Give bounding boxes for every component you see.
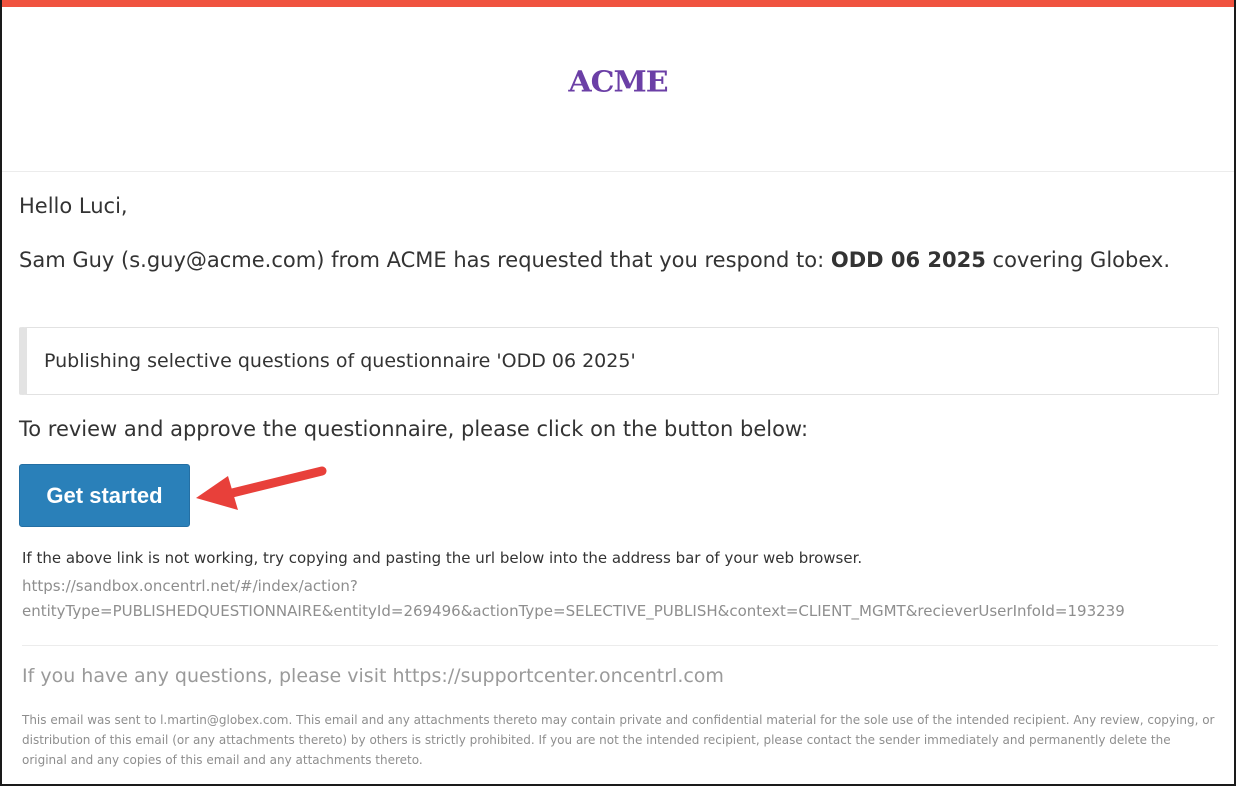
red-arrow-icon bbox=[196, 466, 327, 510]
request-text: Sam Guy (s.guy@acme.com) from ACME has r… bbox=[19, 242, 1199, 278]
fallback-url[interactable]: https://sandbox.oncentrl.net/#/index/act… bbox=[22, 574, 1222, 624]
fallback-instructions: If the above link is not working, try co… bbox=[22, 549, 863, 567]
get-started-button[interactable]: Get started bbox=[19, 464, 190, 527]
message-quote-box: Publishing selective questions of questi… bbox=[19, 327, 1219, 395]
divider bbox=[22, 645, 1218, 646]
greeting: Hello Luci, bbox=[19, 194, 128, 218]
accent-bar bbox=[2, 0, 1234, 7]
questionnaire-name: ODD 06 2025 bbox=[830, 248, 986, 272]
support-text: If you have any questions, please visit … bbox=[22, 665, 724, 687]
email-frame: ACME Hello Luci, Sam Guy (s.guy@acme.com… bbox=[0, 0, 1236, 786]
message-text: Publishing selective questions of questi… bbox=[44, 350, 636, 372]
fallback-url-line-1[interactable]: https://sandbox.oncentrl.net/#/index/act… bbox=[22, 574, 1222, 599]
disclaimer: This email was sent to l.martin@globex.c… bbox=[22, 713, 1215, 767]
instruction-text: To review and approve the questionnaire,… bbox=[19, 417, 809, 441]
request-suffix: covering Globex. bbox=[985, 248, 1170, 272]
request-prefix: Sam Guy (s.guy@acme.com) from ACME has r… bbox=[19, 248, 831, 272]
fallback-url-line-2[interactable]: entityType=PUBLISHEDQUESTIONNAIRE&entity… bbox=[22, 599, 1222, 624]
email-header: ACME bbox=[2, 7, 1234, 172]
acme-logo: ACME bbox=[568, 65, 668, 99]
